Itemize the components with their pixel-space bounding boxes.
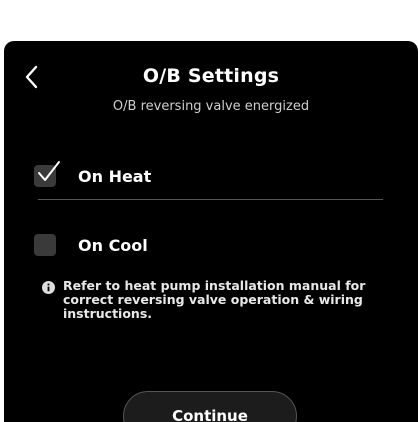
- on-heat-label: On Heat: [78, 166, 152, 186]
- ob-settings-screen: O/B Settings O/B reversing valve energiz…: [4, 41, 418, 422]
- option-divider: [38, 199, 383, 200]
- info-icon: [42, 281, 55, 294]
- on-heat-option[interactable]: On Heat: [34, 159, 384, 193]
- on-cool-label: On Cool: [78, 235, 148, 255]
- page-title: O/B Settings: [142, 65, 280, 87]
- page-subtitle: O/B reversing valve energized: [112, 99, 310, 114]
- on-cool-checkbox[interactable]: [34, 234, 56, 256]
- on-heat-checkbox[interactable]: [34, 161, 60, 187]
- continue-button[interactable]: Continue: [123, 391, 297, 422]
- installation-note: Refer to heat pump installation manual f…: [42, 279, 392, 321]
- on-cool-option[interactable]: On Cool: [34, 228, 384, 262]
- note-text: Refer to heat pump installation manual f…: [63, 278, 366, 321]
- checkmark-icon: [38, 161, 60, 181]
